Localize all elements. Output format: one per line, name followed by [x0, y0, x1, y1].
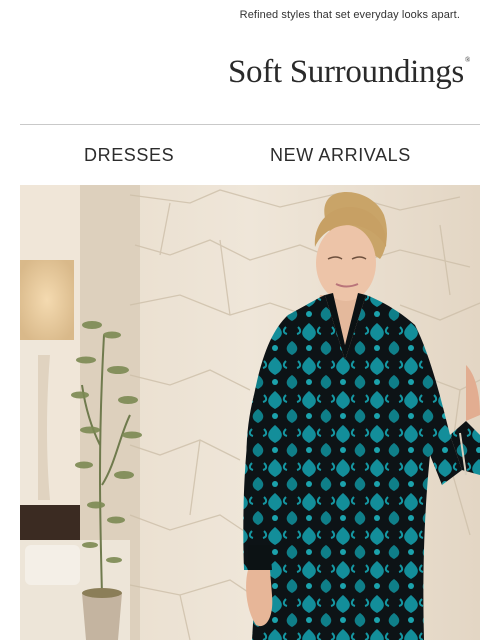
hero-photo — [20, 185, 480, 640]
hero-image[interactable] — [20, 185, 480, 640]
brand-logo[interactable]: Soft Surroundings® — [228, 54, 470, 91]
nav-link-new-arrivals[interactable]: NEW ARRIVALS — [270, 145, 411, 166]
registered-mark: ® — [464, 56, 470, 64]
tagline: Refined styles that set everyday looks a… — [239, 9, 460, 21]
brand-logo-text: Soft Surroundings — [227, 54, 464, 90]
header-divider — [20, 124, 480, 125]
category-nav: DRESSES NEW ARRIVALS — [0, 145, 480, 167]
nav-link-dresses[interactable]: DRESSES — [84, 145, 174, 166]
